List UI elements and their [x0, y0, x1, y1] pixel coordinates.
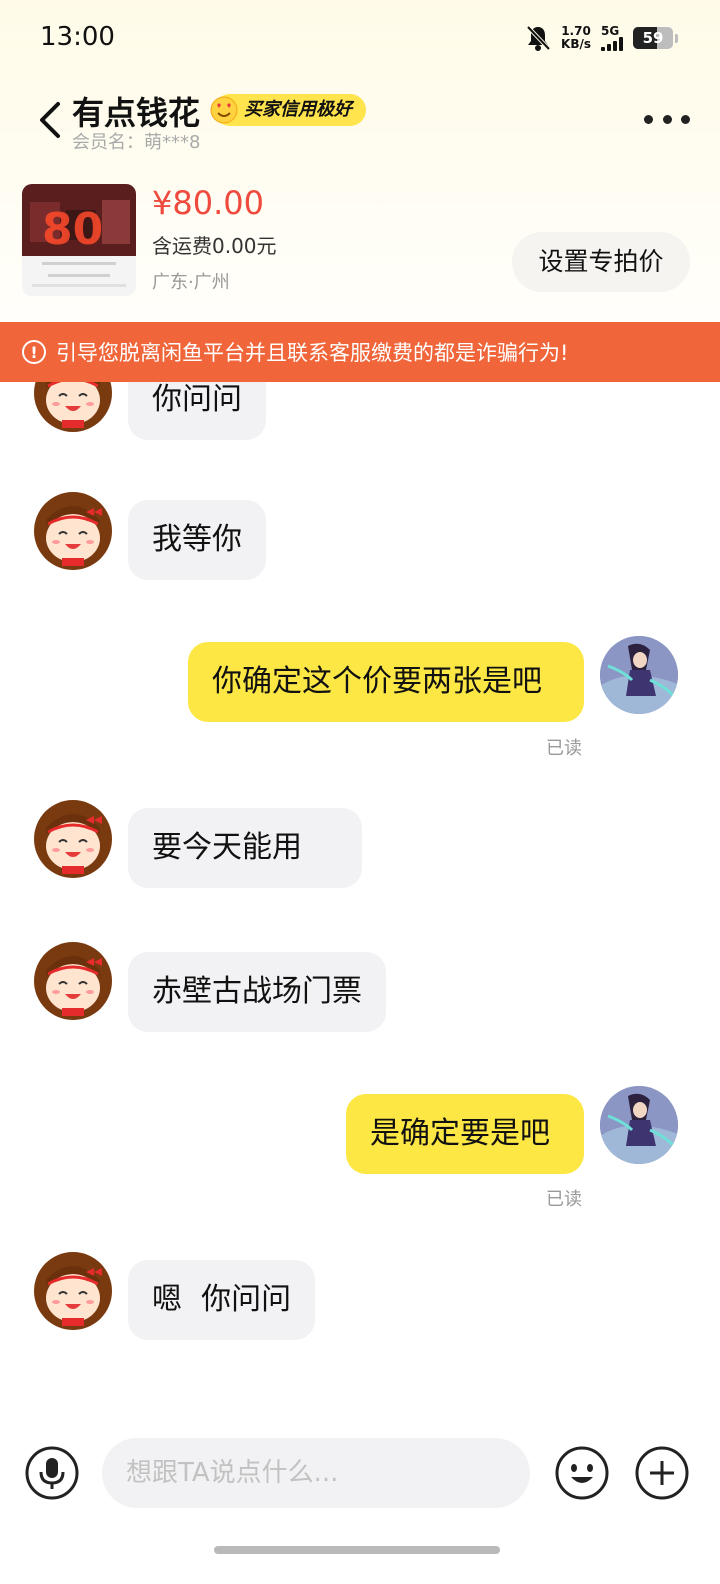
credit-badge: 买家信用极好	[210, 94, 366, 126]
credit-badge-label: 买家信用极好	[244, 99, 352, 120]
game-character-avatar-icon	[600, 1086, 678, 1164]
emoji-icon	[555, 1446, 609, 1500]
cartoon-girl-avatar-icon	[34, 492, 112, 570]
signal-icon: 5G	[601, 25, 623, 51]
more-actions-button[interactable]	[634, 1445, 690, 1501]
cartoon-girl-avatar-icon	[34, 382, 112, 432]
microphone-icon	[25, 1446, 79, 1500]
network-speed: 1.70 KB/s	[561, 25, 591, 51]
voice-button[interactable]	[24, 1445, 80, 1501]
read-status: 已读	[546, 738, 582, 759]
read-status: 已读	[546, 1189, 582, 1210]
back-button[interactable]	[30, 96, 70, 144]
status-bar: 13:00 1.70 KB/s 5G 59	[0, 0, 720, 80]
cartoon-girl-avatar-icon	[34, 942, 112, 1020]
status-time: 13:00	[40, 22, 115, 52]
emoji-button[interactable]	[554, 1445, 610, 1501]
product-location: 广东·广州	[152, 272, 230, 293]
message-input[interactable]: 想跟TA说点什么...	[102, 1438, 530, 1508]
chat-messages[interactable]: 你问问 我等你 你确定这个价要两张是吧 已读 要今天能用 赤壁古战场门票 是确定…	[0, 382, 720, 1422]
battery-level: 59	[642, 29, 664, 47]
product-image: 80	[22, 184, 136, 296]
battery-cap	[675, 33, 678, 43]
bell-muted-icon	[526, 25, 551, 51]
seller-avatar[interactable]	[34, 492, 112, 570]
message-bubble[interactable]: 你问问	[128, 382, 266, 440]
product-thumbnail[interactable]: 80	[22, 184, 136, 296]
product-price: ¥80.00	[152, 184, 264, 222]
more-dot	[662, 114, 672, 124]
my-avatar[interactable]	[600, 1086, 678, 1164]
battery-icon: 59	[633, 27, 673, 49]
seller-avatar[interactable]	[34, 1252, 112, 1330]
set-special-price-button[interactable]: 设置专拍价	[512, 232, 690, 292]
game-character-avatar-icon	[600, 636, 678, 714]
network-speed-unit: KB/s	[561, 37, 591, 51]
heart-eyes-emoji-icon	[210, 96, 238, 124]
message-bubble[interactable]: 赤壁古战场门票	[128, 952, 386, 1032]
network-type: 5G	[601, 24, 620, 38]
more-dot	[644, 114, 653, 124]
cartoon-girl-avatar-icon	[34, 800, 112, 878]
shipping-info: 含运费0.00元	[152, 234, 277, 258]
chevron-left-icon	[40, 102, 60, 138]
seller-avatar[interactable]	[34, 382, 112, 432]
seller-avatar[interactable]	[34, 942, 112, 1020]
seller-avatar[interactable]	[34, 800, 112, 878]
message-bubble[interactable]: 我等你	[128, 500, 266, 580]
member-name: 会员名：萌***8	[72, 132, 201, 153]
my-message-bubble[interactable]: 你确定这个价要两张是吧	[188, 642, 584, 722]
message-bubble[interactable]: 嗯 你问问	[128, 1260, 316, 1340]
more-dot	[681, 114, 690, 124]
warning-text: 引导您脱离闲鱼平台并且联系客服缴费的都是诈骗行为!	[56, 341, 569, 365]
svg-text:80: 80	[42, 204, 103, 255]
cartoon-girl-avatar-icon	[34, 1252, 112, 1330]
my-avatar[interactable]	[600, 636, 678, 714]
warning-icon: !	[22, 340, 46, 364]
plus-icon	[635, 1446, 689, 1500]
status-icons: 1.70 KB/s 5G 59	[525, 24, 678, 52]
fraud-warning-banner: ! 引导您脱离闲鱼平台并且联系客服缴费的都是诈骗行为!	[0, 322, 720, 382]
more-button[interactable]	[644, 106, 690, 132]
home-indicator[interactable]	[214, 1546, 500, 1554]
message-bubble[interactable]: 要今天能用	[128, 808, 362, 888]
my-message-bubble[interactable]: 是确定要是吧	[346, 1094, 584, 1174]
